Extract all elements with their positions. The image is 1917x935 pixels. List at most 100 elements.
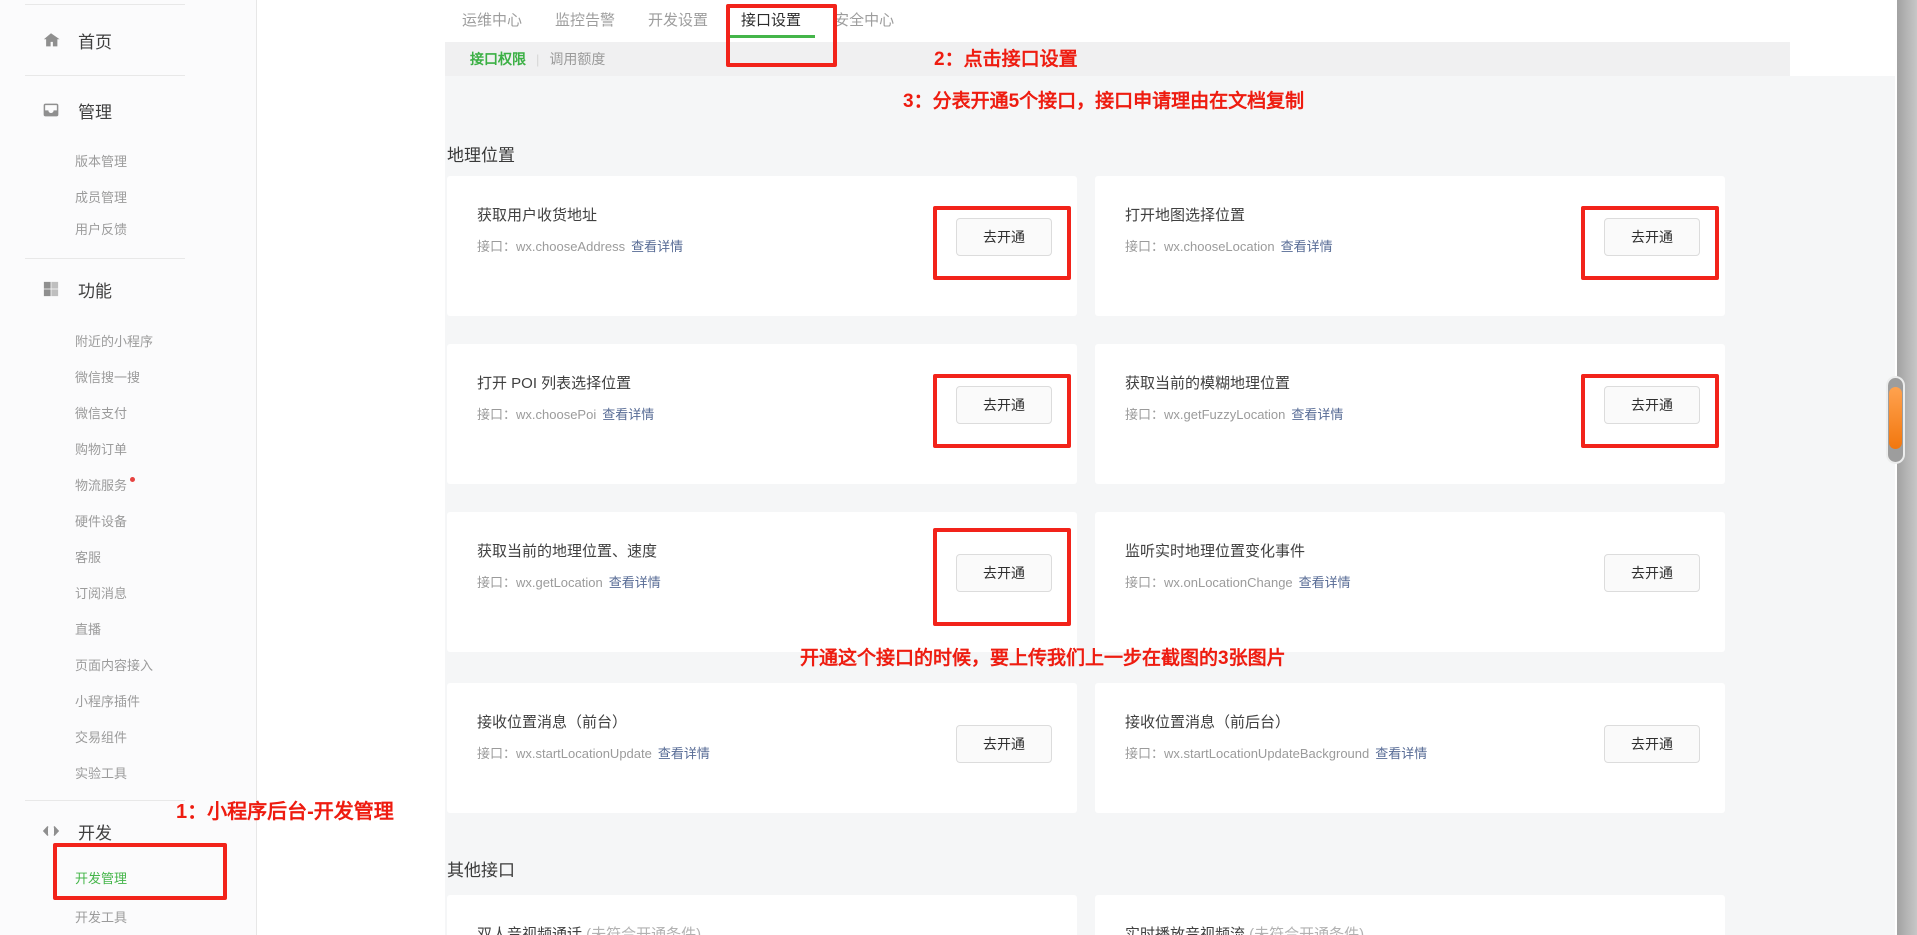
sidebar-group-3[interactable]: 开发 (42, 817, 112, 845)
api-card: 获取用户收货地址接口：wx.chooseAddress 查看详情 去开通 (447, 176, 1077, 316)
api-card: 接收位置消息（前后台） 接口：wx.startLocationUpdateBack… (1095, 683, 1725, 813)
api-condition-note: (未符合开通条件) (586, 926, 701, 935)
api-card-title: 获取用户收货地址 (477, 204, 597, 225)
sidebar-group-label: 首页 (78, 28, 112, 53)
sidebar-item-2-2[interactable]: 微信支付 (75, 403, 127, 423)
sidebar-divider (25, 4, 185, 5)
view-details-link[interactable]: 查看详情 (1291, 407, 1343, 422)
tab-1[interactable]: 监控告警 (541, 6, 629, 38)
tab-4[interactable]: 安全中心 (820, 6, 908, 38)
sidebar-group-label: 功能 (78, 277, 112, 302)
annotation-step3: 3：分表开通5个接口，接口申请理由在文档复制 (903, 86, 1304, 113)
api-title-text: 实时播放音视频流 (1125, 926, 1249, 935)
sidebar-item-1-0[interactable]: 版本管理 (75, 151, 127, 171)
api-card-subtitle: 接口：wx.onLocationChange查看详情 (1125, 572, 1351, 591)
view-details-link[interactable]: 查看详情 (602, 407, 654, 422)
tab-2[interactable]: 开发设置 (634, 6, 722, 38)
api-card: 监听实时地理位置变化事件接口：wx.onLocationChange查看详情 去开… (1095, 512, 1725, 652)
api-name: 接口：wx.choosePoi (477, 407, 596, 422)
api-card-subtitle: 接口：wx.chooseAddress 查看详情 (477, 236, 683, 255)
tab-3[interactable]: 接口设置 (727, 6, 815, 38)
scrollbar-track[interactable] (1897, 0, 1917, 935)
sidebar-item-2-10[interactable]: 小程序插件 (75, 691, 140, 711)
section-title-other: 其他接口 (447, 856, 515, 881)
view-details-link[interactable]: 查看详情 (1375, 746, 1427, 761)
api-card-title: 实时播放音视频流 (未符合开通条件) (1125, 923, 1364, 935)
api-card-title: 监听实时地理位置变化事件 (1125, 540, 1305, 561)
api-card: 获取当前的地理位置、速度接口：wx.getLocation 查看详情 去开通 (447, 512, 1077, 652)
annotation-step2: 2：点击接口设置 (934, 44, 1078, 71)
sidebar-item-2-9[interactable]: 页面内容接入 (75, 655, 153, 675)
grid-icon (42, 280, 60, 298)
sidebar-item-2-12[interactable]: 实验工具 (75, 763, 127, 783)
sidebar-item-1-2[interactable]: 用户反馈 (75, 219, 127, 239)
inbox-icon (42, 101, 60, 119)
sidebar-group-0[interactable]: 首页 (42, 26, 112, 54)
view-details-link[interactable]: 查看详情 (631, 239, 683, 254)
api-card: 获取当前的模糊地理位置接口：wx.getFuzzyLocation 查看详情 去开通 (1095, 344, 1725, 484)
tab-0[interactable]: 运维中心 (448, 6, 536, 38)
activate-button[interactable]: 去开通 (956, 386, 1052, 424)
section-title-geo: 地理位置 (447, 141, 515, 166)
api-name: 接口：wx.startLocationUpdateBackground (1125, 746, 1369, 761)
activate-button[interactable]: 去开通 (1604, 554, 1700, 592)
activate-button[interactable]: 去开通 (956, 725, 1052, 763)
activate-button[interactable]: 去开通 (956, 554, 1052, 592)
view-details-link[interactable]: 查看详情 (658, 746, 710, 761)
sidebar-item-2-4[interactable]: 物流服务 (75, 475, 135, 495)
sidebar-item-2-8[interactable]: 直播 (75, 619, 101, 639)
api-title-text: 双人音视频通话 (477, 926, 586, 935)
activate-button[interactable]: 去开通 (956, 218, 1052, 256)
api-card-subtitle: 接口：wx.getLocation 查看详情 (477, 572, 661, 591)
activate-button[interactable]: 去开通 (1604, 218, 1700, 256)
view-details-link[interactable]: 查看详情 (609, 575, 661, 590)
sidebar-item-2-0[interactable]: 附近的小程序 (75, 331, 153, 351)
scrollbar-orange-indicator[interactable] (1889, 387, 1902, 449)
page: 首页管理版本管理成员管理用户反馈功能附近的小程序微信搜一搜微信支付购物订单物流服… (0, 0, 1917, 935)
api-card-title: 获取当前的模糊地理位置 (1125, 372, 1290, 393)
subtab-bar: 接口权限|调用额度 (445, 42, 1790, 76)
sidebar-item-2-1[interactable]: 微信搜一搜 (75, 367, 140, 387)
api-card-title: 双人音视频通话 (未符合开通条件) (477, 923, 701, 935)
api-name: 接口：wx.getFuzzyLocation (1125, 407, 1285, 422)
api-card-title: 获取当前的地理位置、速度 (477, 540, 657, 561)
sidebar-item-1-1[interactable]: 成员管理 (75, 187, 127, 207)
tab-bar: 运维中心监控告警开发设置接口设置安全中心 (448, 6, 908, 38)
sidebar-item-2-11[interactable]: 交易组件 (75, 727, 127, 747)
api-card: 接收位置消息（前台） 接口：wx.startLocationUpdate 查看详情 去… (447, 683, 1077, 813)
api-name: 接口：wx.chooseAddress (477, 239, 625, 254)
api-card: 实时播放音视频流 (未符合开通条件) (1095, 895, 1725, 935)
api-card: 打开地图选择位置接口：wx.chooseLocation 查看详情 去开通 (1095, 176, 1725, 316)
api-card-title: 接收位置消息（前台） (477, 711, 627, 732)
view-details-link[interactable]: 查看详情 (1281, 239, 1333, 254)
sidebar-item-3-0[interactable]: 开发管理 (75, 868, 127, 888)
sidebar-group-1[interactable]: 管理 (42, 96, 112, 124)
sidebar-group-label: 管理 (78, 98, 112, 123)
sidebar-item-3-1[interactable]: 开发工具 (75, 907, 127, 927)
api-name: 接口：wx.getLocation (477, 575, 603, 590)
api-name: 接口：wx.chooseLocation (1125, 239, 1275, 254)
new-badge-dot (130, 477, 135, 482)
sidebar-divider (25, 258, 185, 259)
sidebar-group-label: 开发 (78, 819, 112, 844)
api-card-title: 接收位置消息（前后台） (1125, 711, 1290, 732)
sidebar-divider (25, 800, 185, 801)
sidebar-item-2-3[interactable]: 购物订单 (75, 439, 127, 459)
sidebar-item-2-5[interactable]: 硬件设备 (75, 511, 127, 531)
annotation-step1: 1：小程序后台-开发管理 (176, 795, 394, 824)
main-content: 运维中心监控告警开发设置接口设置安全中心 接口权限|调用额度 地理位置 其他接口… (257, 0, 1917, 935)
api-card: 双人音视频通话 (未符合开通条件) (447, 895, 1077, 935)
api-card-subtitle: 接口：wx.chooseLocation 查看详情 (1125, 236, 1333, 255)
subtab-0[interactable]: 接口权限 (460, 49, 536, 69)
sidebar-group-2[interactable]: 功能 (42, 275, 112, 303)
api-name: 接口：wx.startLocationUpdate (477, 746, 652, 761)
subtab-1[interactable]: 调用额度 (539, 49, 615, 69)
activate-button[interactable]: 去开通 (1604, 386, 1700, 424)
sidebar-item-2-7[interactable]: 订阅消息 (75, 583, 127, 603)
sidebar-item-2-6[interactable]: 客服 (75, 547, 101, 567)
view-details-link[interactable]: 查看详情 (1299, 575, 1351, 590)
api-card-subtitle: 接口：wx.startLocationUpdate 查看详情 (477, 743, 710, 762)
api-card-title: 打开地图选择位置 (1125, 204, 1245, 225)
sidebar-divider (25, 75, 185, 76)
activate-button[interactable]: 去开通 (1604, 725, 1700, 763)
